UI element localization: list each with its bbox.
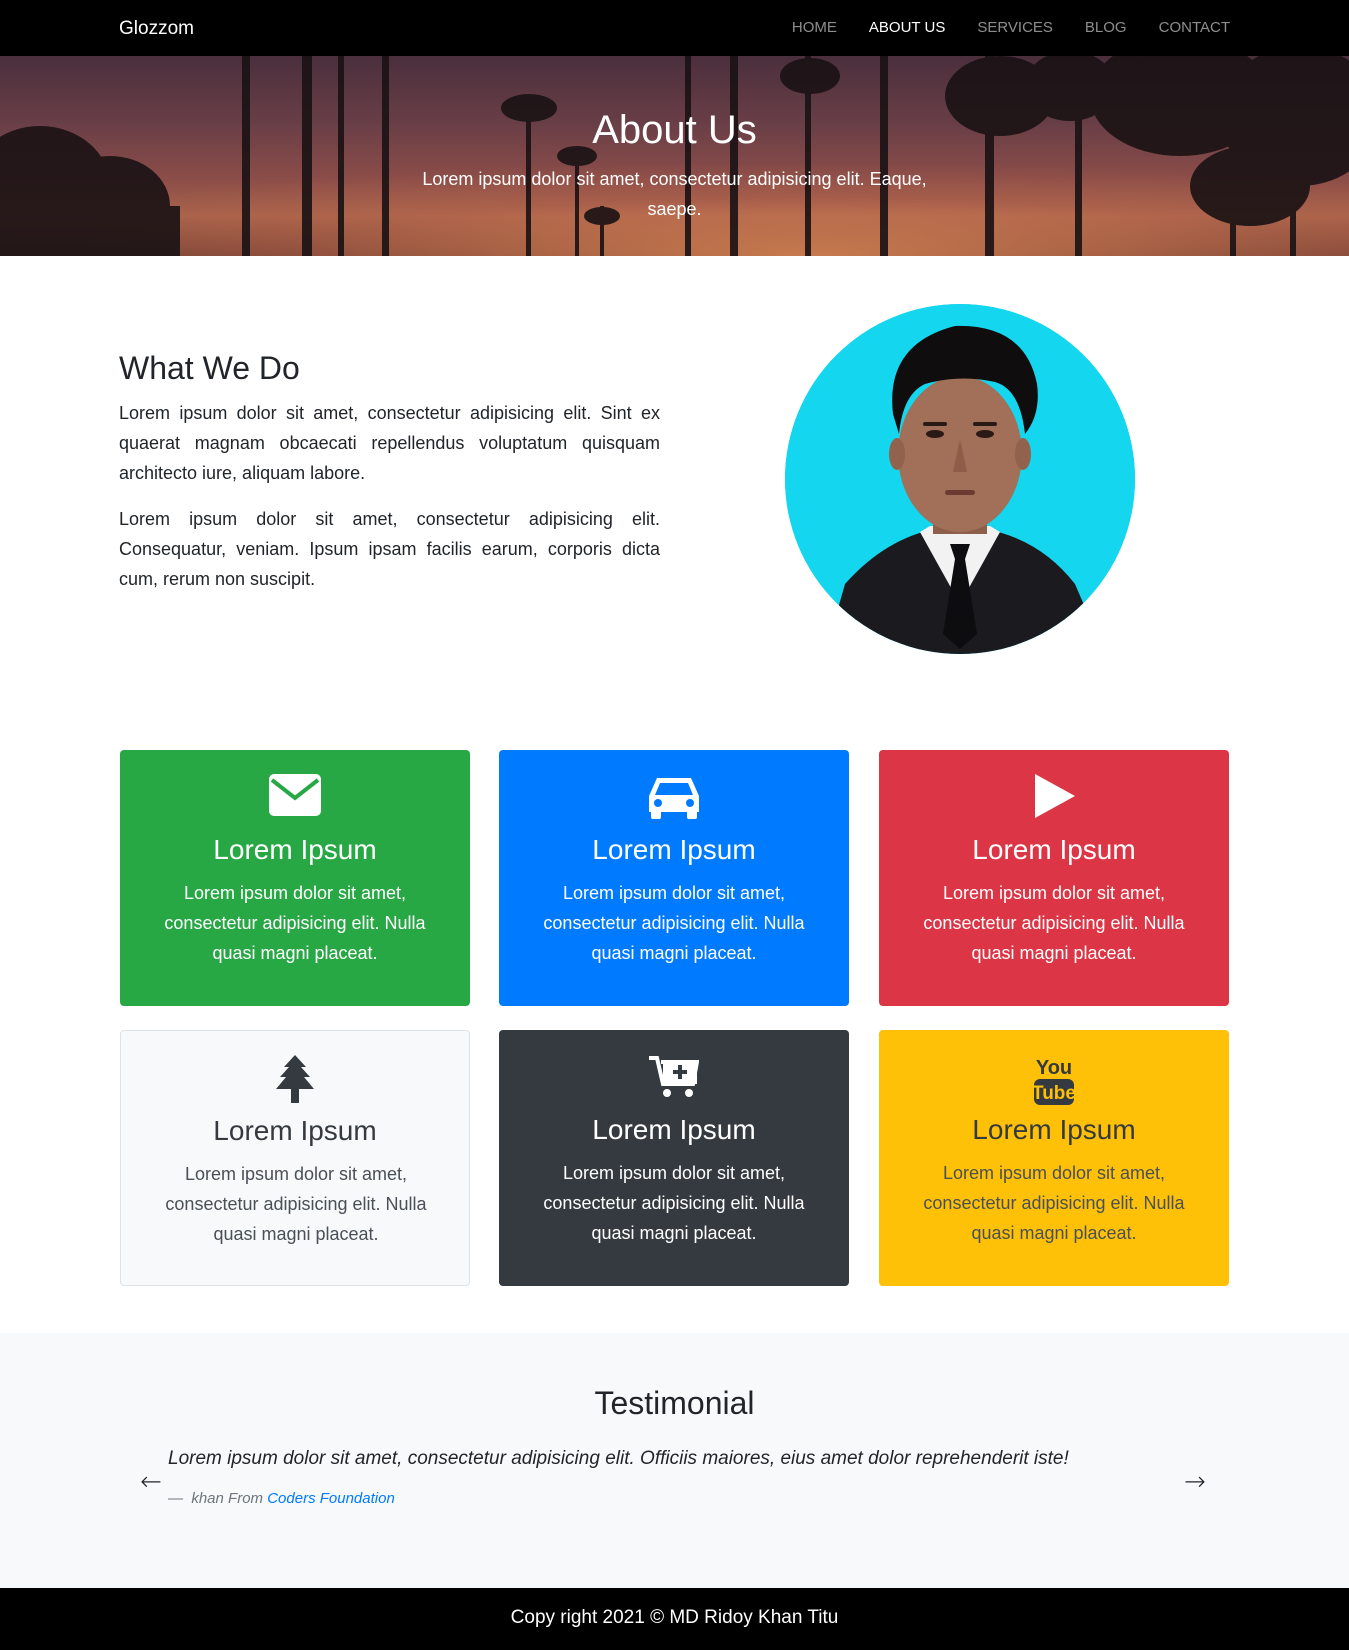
- youtube-icon-you: You: [1036, 1057, 1072, 1079]
- feature-card: Lorem Ipsum Lorem ipsum dolor sit amet, …: [879, 750, 1229, 1006]
- card-title: Lorem Ipsum: [592, 834, 756, 865]
- cart-plus-icon: [499, 1054, 849, 1104]
- navbar: Glozzom HOME ABOUT US SERVICES BLOG CONT…: [0, 0, 1349, 56]
- card-title: Lorem Ipsum: [972, 834, 1136, 865]
- testimonial-citation: — khan From Coders Foundation: [168, 1490, 395, 1507]
- play-icon: [879, 774, 1229, 824]
- palm-trees-silhouette: [0, 56, 1349, 256]
- nav-link-services[interactable]: SERVICES: [961, 19, 1069, 36]
- card-text: Lorem ipsum dolor sit amet, consectetur …: [164, 883, 426, 963]
- card-title: Lorem Ipsum: [592, 1114, 756, 1145]
- card-title: Lorem Ipsum: [972, 1114, 1136, 1145]
- carousel-prev-arrow-icon[interactable]: ←: [140, 1467, 162, 1497]
- brand-logo[interactable]: Glozzom: [119, 18, 194, 40]
- what-we-do-paragraph: Lorem ipsum dolor sit amet, consectetur …: [119, 509, 660, 589]
- feature-card: Lorem Ipsum Lorem ipsum dolor sit amet, …: [120, 1030, 470, 1286]
- hero-title: About Us: [592, 108, 757, 152]
- nav-link-contact[interactable]: CONTACT: [1143, 19, 1230, 36]
- youtube-icon: You Tube: [879, 1054, 1229, 1105]
- nav-link-home[interactable]: HOME: [776, 19, 853, 36]
- nav-link-about-us[interactable]: ABOUT US: [853, 19, 961, 36]
- nav-link-blog[interactable]: BLOG: [1069, 19, 1143, 36]
- footer: Copy right 2021 © MD Ridoy Khan Titu: [0, 1588, 1349, 1650]
- card-text: Lorem ipsum dolor sit amet, consectetur …: [923, 1163, 1185, 1243]
- testimonial-heading: Testimonial: [594, 1385, 755, 1421]
- carousel-next-arrow-icon[interactable]: →: [1184, 1467, 1206, 1497]
- nav-menu: HOME ABOUT US SERVICES BLOG CONTACT: [776, 19, 1230, 36]
- card-text: Lorem ipsum dolor sit amet, consectetur …: [923, 883, 1185, 963]
- tree-icon: [121, 1055, 469, 1105]
- testimonial-section: Testimonial ← Lorem ipsum dolor sit amet…: [0, 1333, 1349, 1588]
- card-text: Lorem ipsum dolor sit amet, consectetur …: [165, 1164, 427, 1244]
- hero-banner: About Us Lorem ipsum dolor sit amet, con…: [0, 56, 1349, 256]
- feature-card: You Tube Lorem Ipsum Lorem ipsum dolor s…: [879, 1030, 1229, 1286]
- feature-card: Lorem Ipsum Lorem ipsum dolor sit amet, …: [120, 750, 470, 1006]
- citation-dash: —: [168, 1490, 183, 1507]
- card-text: Lorem ipsum dolor sit amet, consectetur …: [543, 883, 805, 963]
- envelope-icon: [120, 774, 470, 824]
- citation-author: khan From: [191, 1490, 264, 1507]
- what-we-do-paragraph: Lorem ipsum dolor sit amet, consectetur …: [119, 403, 660, 483]
- testimonial-quote: Lorem ipsum dolor sit amet, consectetur …: [168, 1448, 1069, 1469]
- car-icon: [499, 774, 849, 824]
- profile-photo: [785, 304, 1135, 654]
- what-we-do-heading: What We Do: [119, 350, 300, 386]
- youtube-icon-tube: Tube: [1032, 1083, 1076, 1104]
- feature-card: Lorem Ipsum Lorem ipsum dolor sit amet, …: [499, 750, 849, 1006]
- card-title: Lorem Ipsum: [213, 1115, 377, 1146]
- copyright-text: Copy right 2021 © MD Ridoy Khan Titu: [510, 1607, 839, 1628]
- feature-card: Lorem Ipsum Lorem ipsum dolor sit amet, …: [499, 1030, 849, 1286]
- card-text: Lorem ipsum dolor sit amet, consectetur …: [543, 1163, 805, 1243]
- hero-subtitle: Lorem ipsum dolor sit amet, consectetur …: [422, 169, 927, 219]
- citation-organization: Coders Foundation: [267, 1490, 395, 1507]
- card-title: Lorem Ipsum: [213, 834, 377, 865]
